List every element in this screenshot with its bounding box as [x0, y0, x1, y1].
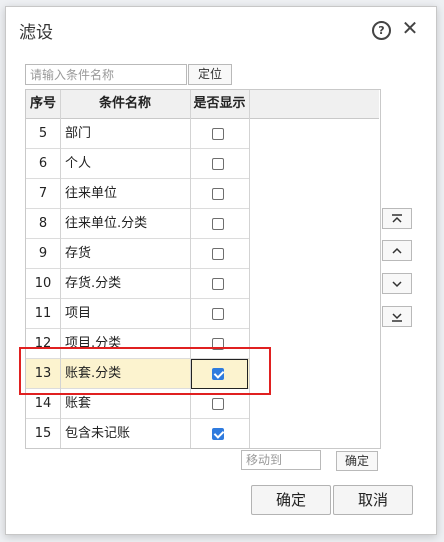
move-to-bottom-icon	[392, 313, 402, 322]
move-up-button[interactable]	[382, 240, 412, 261]
column-header-name: 条件名称	[98, 96, 151, 111]
row-number: 10	[34, 276, 52, 291]
column-header-show: 是否显示	[193, 96, 246, 111]
move-to-top-button[interactable]	[382, 208, 412, 229]
move-to-input[interactable]	[241, 450, 321, 470]
show-checkbox[interactable]	[212, 398, 224, 410]
move-up-icon	[392, 247, 402, 254]
move-to-confirm-button[interactable]: 确定	[336, 451, 378, 471]
show-checkbox[interactable]	[212, 158, 224, 170]
help-icon[interactable]: ?	[372, 21, 391, 40]
row-number: 9	[38, 246, 48, 261]
show-checkbox[interactable]	[212, 428, 224, 440]
show-checkbox[interactable]	[212, 218, 224, 230]
row-number: 8	[38, 216, 48, 231]
row-number: 6	[38, 156, 48, 171]
filter-dialog: 滤设 ? ✕ 定位 序号 条件名称 是否显示 5 部门 6 个人 7 往来单位 8 往来单位.…	[5, 6, 437, 535]
condition-name: 存货	[65, 246, 92, 261]
show-checkbox[interactable]	[212, 128, 224, 140]
move-to-top-icon	[392, 214, 402, 223]
condition-name: 部门	[65, 126, 92, 141]
dialog-title: 滤设	[19, 23, 53, 43]
move-down-button[interactable]	[382, 273, 412, 294]
row-number: 5	[38, 126, 48, 141]
row-number: 7	[38, 186, 48, 201]
row-number: 11	[34, 306, 52, 321]
locate-button[interactable]: 定位	[188, 64, 232, 85]
condition-name: 往来单位.分类	[65, 216, 148, 231]
condition-name: 包含未记账	[65, 426, 131, 441]
close-icon[interactable]: ✕	[399, 17, 421, 39]
condition-name: 往来单位	[65, 186, 118, 201]
condition-name: 个人	[65, 156, 92, 171]
scroll-down-arrow-icon[interactable]: ▼	[380, 433, 381, 445]
dialog-titlebar: 滤设 ? ✕	[6, 7, 436, 51]
show-checkbox[interactable]	[212, 278, 224, 290]
row-number: 15	[34, 426, 52, 441]
highlight-annotation-box	[19, 347, 271, 395]
grid-header: 序号 条件名称 是否显示	[26, 90, 379, 119]
column-header-number: 序号	[29, 96, 56, 111]
condition-name: 项目	[65, 306, 92, 321]
show-checkbox[interactable]	[212, 308, 224, 320]
show-checkbox[interactable]	[212, 248, 224, 260]
cancel-button[interactable]: 取消	[333, 485, 413, 515]
grid-scrollbar[interactable]: ▲ ▼	[380, 118, 381, 448]
scroll-up-arrow-icon[interactable]: ▲	[380, 123, 381, 135]
show-checkbox[interactable]	[212, 188, 224, 200]
condition-name: 存货.分类	[65, 276, 122, 291]
condition-search-input[interactable]	[25, 64, 187, 85]
move-to-bottom-button[interactable]	[382, 306, 412, 327]
move-down-icon	[392, 281, 402, 288]
ok-button[interactable]: 确定	[251, 485, 331, 515]
condition-grid: 序号 条件名称 是否显示 5 部门 6 个人 7 往来单位 8 往来单位.分类 9 存货 10 存货.…	[25, 89, 381, 449]
